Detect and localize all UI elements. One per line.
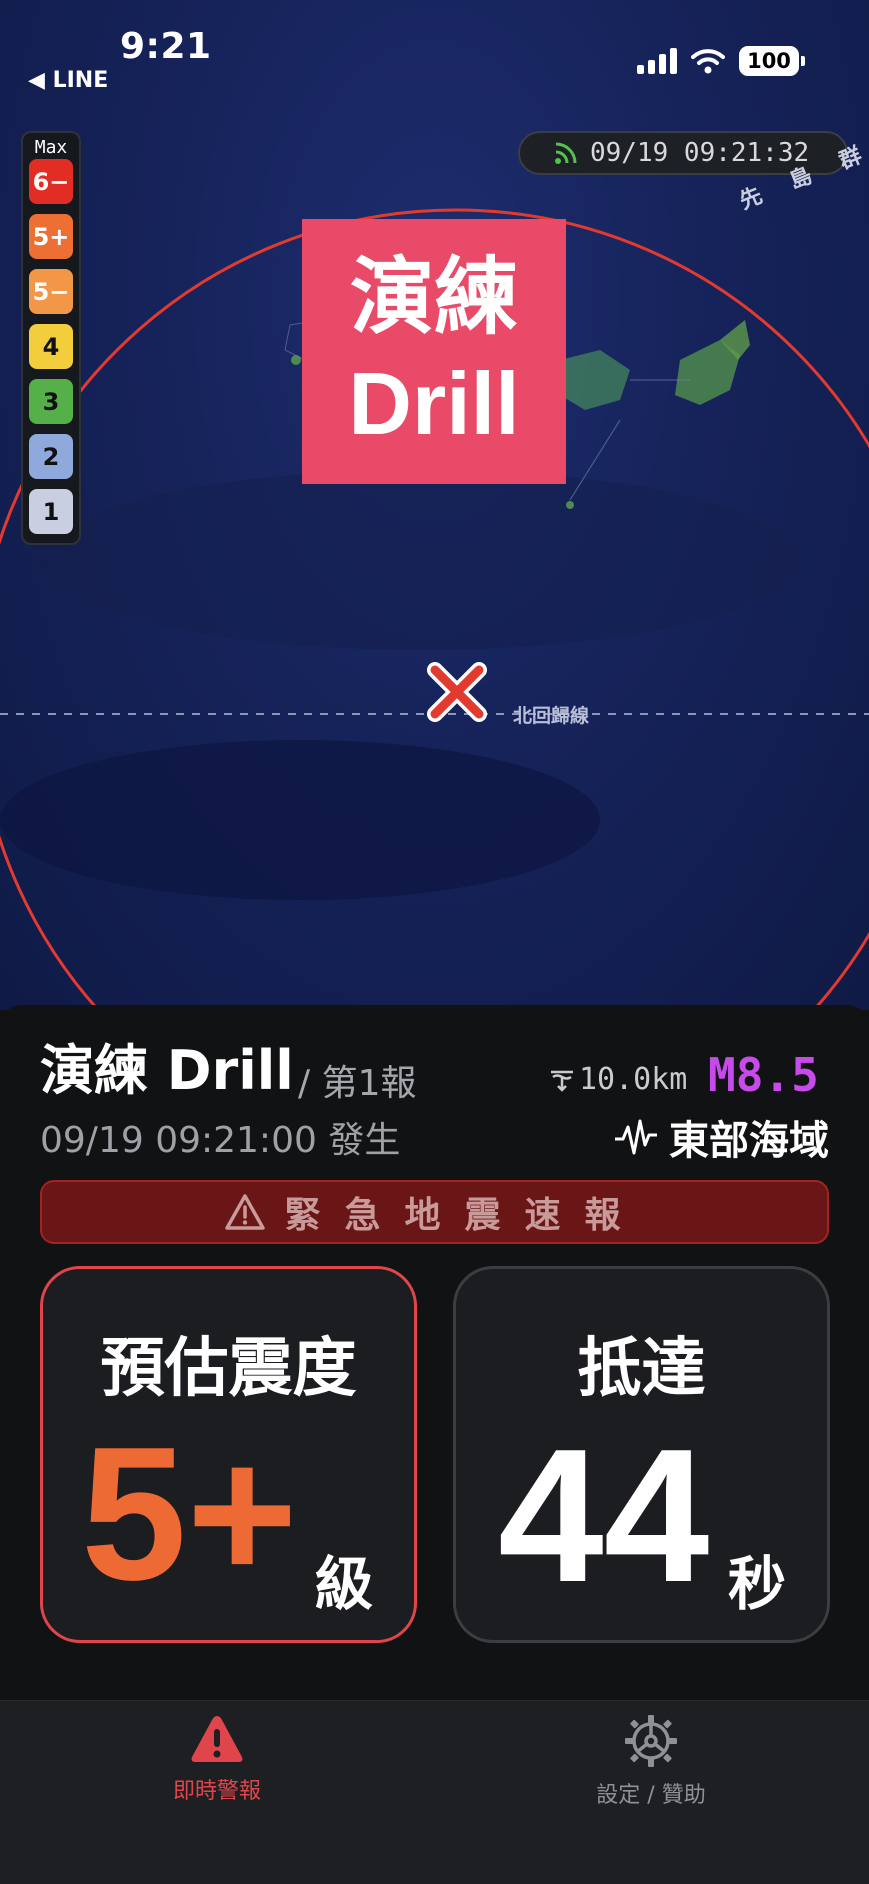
status-icons: 100 bbox=[637, 46, 805, 76]
battery-icon: 100 bbox=[739, 46, 805, 76]
status-time: 9:21 bbox=[120, 26, 212, 67]
gear-icon bbox=[625, 1715, 677, 1767]
epicenter-marker bbox=[427, 662, 487, 722]
depth-icon bbox=[551, 1070, 573, 1092]
intensity-unit: 級 bbox=[315, 1550, 374, 1618]
intensity-scale-legend: Max 6− 5+ 5− 4 3 2 1 bbox=[21, 131, 81, 545]
tab-bar: 即時警報 設定 / 贊助 bbox=[0, 1700, 869, 1884]
scale-level-item: 5− bbox=[29, 269, 73, 314]
island-shape bbox=[560, 350, 630, 410]
scale-title: Max bbox=[34, 137, 68, 158]
warning-icon bbox=[191, 1716, 243, 1762]
back-to-app-link[interactable]: ◀ LINE bbox=[28, 68, 108, 93]
intensity-label: 預估震度 bbox=[100, 1332, 357, 1406]
region-readout: 東部海域 bbox=[613, 1108, 829, 1166]
occurrence-time: 09/19 09:21:00 發生 bbox=[40, 1120, 401, 1161]
warning-triangle-icon bbox=[225, 1194, 266, 1230]
drill-stamp-chinese: 演練 bbox=[349, 247, 518, 346]
depth-readout: 10.0km bbox=[549, 1062, 687, 1097]
arrival-unit: 秒 bbox=[728, 1550, 787, 1618]
seismic-wave-icon bbox=[615, 1119, 657, 1155]
scale-level-item: 3 bbox=[29, 379, 73, 424]
scale-level-item: 4 bbox=[29, 324, 73, 369]
depth-value: 10.0km bbox=[579, 1062, 688, 1097]
map-view[interactable]: 9:21 ◀ LINE 100 Max 6− 5+ 5− 4 3 2 1 09/19 09:… bbox=[0, 0, 869, 1010]
magnitude-value: M8.5 bbox=[708, 1048, 819, 1102]
arrival-seconds: 44 bbox=[498, 1410, 710, 1622]
scale-level-item: 1 bbox=[29, 489, 73, 534]
alert-banner-text: 緊急地震速報 bbox=[284, 1195, 645, 1236]
arrival-countdown-card: 抵達 44 秒 bbox=[453, 1266, 830, 1643]
event-title: 演練 Drill bbox=[40, 1039, 294, 1102]
scale-level-item: 2 bbox=[29, 434, 73, 479]
tab-live-alert[interactable]: 即時警報 bbox=[107, 1713, 327, 1805]
estimated-intensity-card: 預估震度 5+ 級 bbox=[40, 1266, 417, 1643]
scale-level-item: 6− bbox=[29, 159, 73, 204]
emergency-alert-banner: 緊急地震速報 bbox=[40, 1180, 829, 1244]
tab-settings[interactable]: 設定 / 贊助 bbox=[541, 1713, 761, 1809]
drill-stamp-english: Drill bbox=[348, 353, 520, 453]
tab-settings-label: 設定 / 贊助 bbox=[596, 1783, 706, 1808]
region-text: 東部海域 bbox=[669, 1118, 829, 1164]
report-number: / 第1報 bbox=[298, 1063, 417, 1104]
cellular-signal-icon bbox=[637, 48, 677, 74]
scale-level-item: 5+ bbox=[29, 214, 73, 259]
wifi-icon bbox=[691, 49, 725, 74]
intensity-value: 5+ bbox=[81, 1408, 298, 1620]
drill-stamp: 演練 Drill bbox=[302, 219, 566, 484]
tropic-of-cancer-label: 北回歸線 bbox=[513, 705, 590, 727]
tab-live-alert-label: 即時警報 bbox=[172, 1779, 261, 1804]
live-signal-icon bbox=[555, 142, 577, 164]
timestamp-text: 09/19 09:21:32 bbox=[590, 138, 810, 168]
arrival-label: 抵達 bbox=[577, 1332, 706, 1406]
